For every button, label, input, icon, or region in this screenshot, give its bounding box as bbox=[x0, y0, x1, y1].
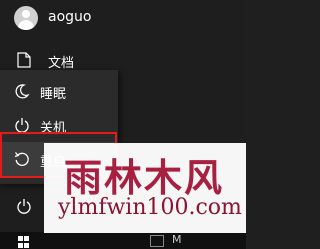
taskbar-app-letter: M bbox=[172, 233, 182, 246]
documents-label: 文档 bbox=[48, 56, 75, 71]
windows-start-icon[interactable] bbox=[18, 236, 30, 248]
document-icon bbox=[14, 50, 34, 70]
avatar bbox=[14, 6, 38, 30]
sleep-menu-item[interactable]: 睡眠 bbox=[0, 74, 118, 108]
power-icon bbox=[14, 196, 34, 216]
taskbar: M bbox=[0, 232, 246, 249]
sleep-label: 睡眠 bbox=[40, 87, 67, 102]
taskbar-app-icon[interactable] bbox=[150, 235, 164, 247]
user-name: aoguo bbox=[48, 9, 92, 25]
watermark-url: ylmfwin100.com bbox=[58, 195, 242, 220]
moon-icon bbox=[12, 81, 32, 101]
watermark-brand: 雨林木风 bbox=[64, 155, 225, 200]
watermark: 雨林木风 ylmfwin100.com bbox=[44, 143, 246, 233]
user-account-row[interactable]: aoguo bbox=[0, 0, 246, 36]
